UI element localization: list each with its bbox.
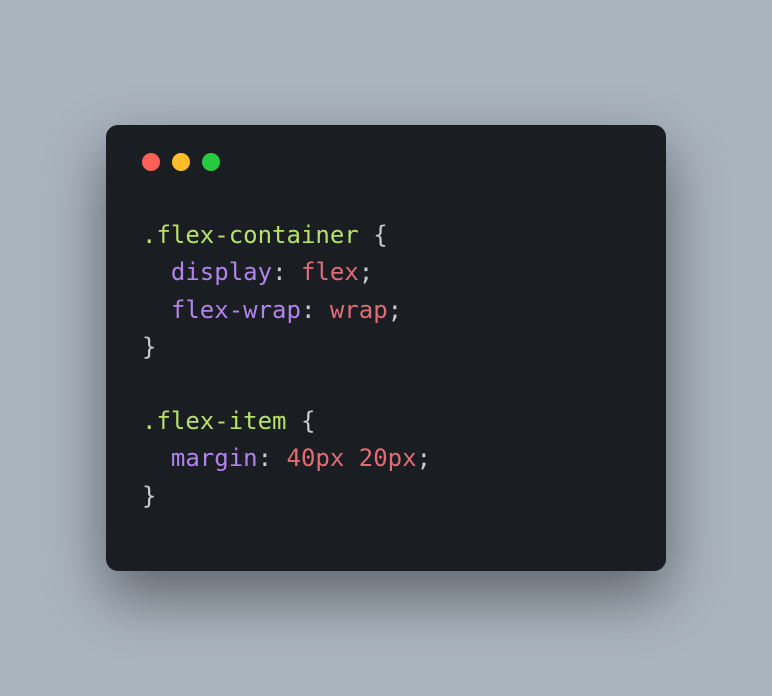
indent bbox=[142, 296, 171, 324]
close-brace: } bbox=[142, 333, 156, 361]
semicolon: ; bbox=[359, 258, 373, 286]
colon: : bbox=[258, 444, 272, 472]
value: 40px 20px bbox=[287, 444, 417, 472]
space bbox=[315, 296, 329, 324]
value: flex bbox=[301, 258, 359, 286]
close-icon[interactable] bbox=[142, 153, 160, 171]
semicolon: ; bbox=[388, 296, 402, 324]
selector: .flex-item bbox=[142, 407, 287, 435]
space bbox=[287, 258, 301, 286]
traffic-lights bbox=[142, 153, 630, 171]
value: wrap bbox=[330, 296, 388, 324]
space bbox=[272, 444, 286, 472]
code-block: .flex-container { display: flex; flex-wr… bbox=[142, 217, 630, 515]
property: flex-wrap bbox=[171, 296, 301, 324]
indent bbox=[142, 444, 171, 472]
colon: : bbox=[301, 296, 315, 324]
semicolon: ; bbox=[417, 444, 431, 472]
close-brace: } bbox=[142, 482, 156, 510]
code-window: .flex-container { display: flex; flex-wr… bbox=[106, 125, 666, 571]
open-brace: { bbox=[301, 407, 315, 435]
colon: : bbox=[272, 258, 286, 286]
property: margin bbox=[171, 444, 258, 472]
open-brace: { bbox=[373, 221, 387, 249]
space bbox=[287, 407, 301, 435]
space bbox=[359, 221, 373, 249]
selector: .flex-container bbox=[142, 221, 359, 249]
minimize-icon[interactable] bbox=[172, 153, 190, 171]
indent bbox=[142, 258, 171, 286]
maximize-icon[interactable] bbox=[202, 153, 220, 171]
property: display bbox=[171, 258, 272, 286]
